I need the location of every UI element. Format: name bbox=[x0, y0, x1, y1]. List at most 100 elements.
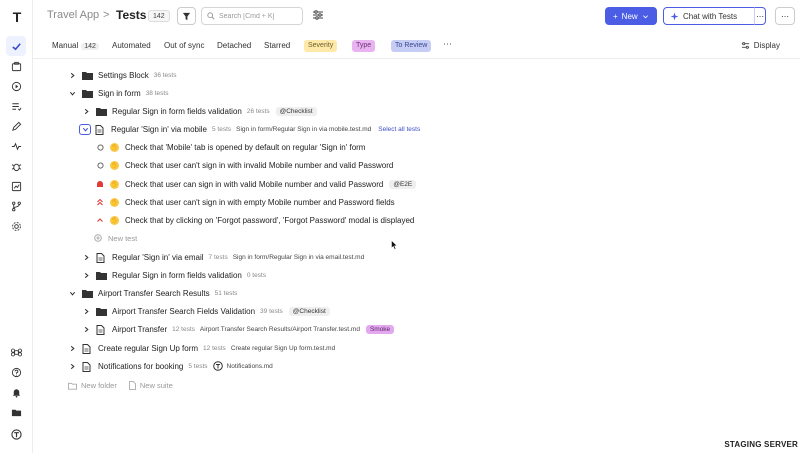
test-title: Check that by clicking on 'Forgot passwo… bbox=[125, 215, 415, 225]
tab-starred[interactable]: Starred bbox=[264, 41, 290, 50]
new-suite-button[interactable]: New suite bbox=[128, 381, 173, 390]
new-test-button[interactable]: New test bbox=[94, 231, 137, 245]
test-title: Check that user can't sign in with empty… bbox=[125, 197, 395, 207]
edit-nav-icon[interactable] bbox=[6, 116, 26, 136]
tree-row-sign-in-form[interactable]: Sign in form 38 tests bbox=[68, 86, 168, 100]
folder-icon bbox=[82, 71, 93, 80]
settings-nav-icon[interactable] bbox=[6, 216, 26, 236]
tree-row-via-mobile[interactable]: Regular 'Sign in' via mobile 5 tests Sig… bbox=[79, 122, 420, 136]
more-options-button[interactable]: ⋯ bbox=[775, 7, 795, 25]
search-input[interactable] bbox=[219, 10, 299, 22]
row-count: 51 tests bbox=[214, 289, 238, 297]
row-count: 38 tests bbox=[145, 89, 169, 97]
play-nav-icon[interactable] bbox=[6, 76, 26, 96]
test-row[interactable]: ✋ Check that 'Mobile' tab is opened by d… bbox=[96, 140, 365, 154]
chat-options-button[interactable]: ⋯ bbox=[754, 7, 766, 25]
tree-row-airport-fields-validation[interactable]: Airport Transfer Search Fields Validatio… bbox=[82, 304, 330, 318]
manual-test-icon: ✋ bbox=[110, 179, 119, 189]
tab-manual-label: Manual bbox=[52, 41, 79, 50]
chevron-right-icon[interactable] bbox=[82, 253, 90, 261]
breadcrumb-app[interactable]: Travel App bbox=[47, 9, 99, 21]
chevron-down-icon[interactable] bbox=[68, 89, 76, 97]
test-row[interactable]: ✋ Check that user can sign in with valid… bbox=[96, 177, 417, 191]
row-file-path: Create regular Sign Up form.test.md bbox=[230, 344, 336, 352]
tabs-more-button[interactable]: ⋯ bbox=[443, 39, 452, 50]
command-icon[interactable] bbox=[6, 342, 26, 362]
checklist-tag[interactable]: @Checklist bbox=[288, 306, 330, 316]
chevron-right-icon[interactable] bbox=[68, 344, 76, 352]
e2e-tag[interactable]: @E2E bbox=[389, 179, 417, 189]
new-folder-button[interactable]: New folder bbox=[68, 381, 117, 390]
tree-row-via-email[interactable]: Regular 'Sign in' via email 7 tests Sign… bbox=[82, 250, 364, 264]
plans-nav-icon[interactable] bbox=[6, 96, 26, 116]
to-review-filter-pill[interactable]: To Review bbox=[391, 40, 432, 52]
tab-manual[interactable]: Manual 142 bbox=[52, 41, 99, 50]
new-button[interactable]: + New bbox=[605, 7, 657, 25]
row-title: Regular 'Sign in' via email bbox=[112, 252, 204, 262]
test-row[interactable]: ✋ Check that by clicking on 'Forgot pass… bbox=[96, 213, 414, 227]
chevron-down-icon[interactable] bbox=[68, 289, 76, 297]
filter-icon bbox=[182, 12, 191, 20]
row-count: 12 tests bbox=[172, 325, 195, 333]
tab-detached[interactable]: Detached bbox=[217, 41, 251, 50]
row-title: Sign in form bbox=[98, 88, 141, 98]
runs-nav-icon[interactable] bbox=[6, 56, 26, 76]
test-row[interactable]: ✋ Check that user can't sign in with inv… bbox=[96, 158, 393, 172]
help-icon[interactable] bbox=[6, 362, 26, 382]
severity-filter-pill[interactable]: Severity bbox=[304, 40, 338, 52]
tree-row-fields-validation[interactable]: Regular Sign in form fields validation 0… bbox=[82, 268, 266, 282]
manual-test-icon: ✋ bbox=[110, 160, 119, 170]
page-title: Tests bbox=[116, 8, 147, 22]
mouse-cursor-icon bbox=[391, 240, 398, 250]
row-count: 5 tests bbox=[188, 362, 208, 370]
chevron-right-icon[interactable] bbox=[82, 307, 90, 315]
user-avatar-icon[interactable] bbox=[6, 424, 26, 444]
suite-file-icon bbox=[82, 343, 93, 354]
checklist-tag[interactable]: @Checklist bbox=[275, 106, 317, 116]
tests-nav-icon[interactable] bbox=[6, 36, 26, 56]
suite-file-icon bbox=[96, 324, 107, 335]
chevron-right-icon[interactable] bbox=[68, 71, 76, 79]
row-count: 7 tests bbox=[208, 253, 228, 261]
select-all-tests-link[interactable]: Select all tests bbox=[378, 126, 420, 133]
sliders-icon[interactable] bbox=[312, 9, 324, 21]
tree-row-airport-search-results[interactable]: Airport Transfer Search Results 51 tests bbox=[68, 286, 237, 300]
chat-with-tests-button[interactable]: Chat with Tests bbox=[663, 7, 755, 25]
search-box[interactable] bbox=[201, 7, 303, 25]
pulse-nav-icon[interactable] bbox=[6, 136, 26, 156]
notifications-bell-icon[interactable] bbox=[6, 382, 26, 402]
filter-tabs: Manual 142 Automated Out of sync Detached… bbox=[33, 33, 800, 59]
display-button[interactable]: Display bbox=[741, 41, 780, 50]
branch-nav-icon[interactable] bbox=[6, 196, 26, 216]
tree-row-settings-block[interactable]: Settings Block 36 tests bbox=[68, 68, 176, 82]
top-bar: Travel App > Tests 142 + New Chat with T… bbox=[33, 0, 800, 33]
bug-nav-icon[interactable] bbox=[6, 156, 26, 176]
filter-button[interactable] bbox=[177, 7, 196, 25]
tree-row-airport-transfer[interactable]: Airport Transfer 12 tests Airport Transf… bbox=[82, 322, 395, 336]
test-row[interactable]: ✋ Check that user can't sign in with emp… bbox=[96, 195, 395, 209]
row-count: 36 tests bbox=[153, 71, 177, 79]
row-file-path: Notifications.md bbox=[226, 362, 273, 370]
chevron-right-icon[interactable] bbox=[82, 271, 90, 279]
row-count: 5 tests bbox=[212, 125, 232, 133]
tree-row-regular-sign-in-validation[interactable]: Regular Sign in form fields validation 2… bbox=[82, 104, 317, 118]
chevron-down-icon[interactable] bbox=[79, 123, 91, 135]
type-filter-pill[interactable]: Type bbox=[352, 40, 376, 52]
tree-row-notifications[interactable]: Notifications for booking 5 tests Notifi… bbox=[68, 359, 273, 373]
row-file-path: Sign in form/Regular Sign in via mobile.… bbox=[236, 125, 372, 133]
tree-footer-actions: New folder New suite bbox=[68, 381, 173, 390]
folder-icon bbox=[96, 107, 107, 116]
tree-row-create-signup[interactable]: Create regular Sign Up form 12 tests Cre… bbox=[68, 341, 335, 355]
plus-circle-icon bbox=[94, 234, 102, 242]
chevron-right-icon[interactable] bbox=[82, 107, 90, 115]
tab-out-of-sync[interactable]: Out of sync bbox=[164, 41, 204, 50]
folder-nav-icon[interactable] bbox=[6, 402, 26, 422]
smoke-tag[interactable]: Smoke bbox=[365, 324, 395, 334]
app-logo-icon[interactable]: T bbox=[8, 8, 26, 26]
chevron-right-icon[interactable] bbox=[68, 362, 76, 370]
row-title: Airport Transfer bbox=[112, 324, 168, 334]
chevron-right-icon[interactable] bbox=[82, 325, 90, 333]
tab-automated[interactable]: Automated bbox=[112, 41, 151, 50]
analytics-nav-icon[interactable] bbox=[6, 176, 26, 196]
priority-medium-icon bbox=[96, 216, 104, 224]
